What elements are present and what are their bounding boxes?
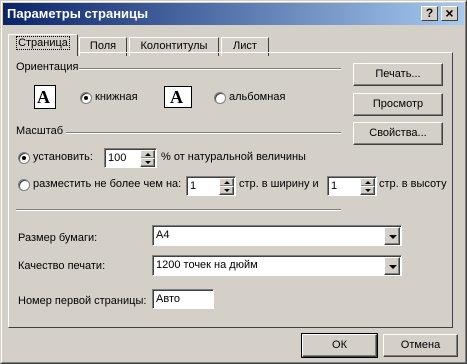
help-icon: ?	[425, 6, 434, 20]
options-button[interactable]: Свойства...	[353, 122, 443, 145]
landscape-label[interactable]: альбомная	[229, 91, 285, 103]
portrait-radio[interactable]	[80, 92, 92, 104]
title-bar[interactable]: Параметры страницы ? ×	[3, 3, 464, 25]
paper-size-value: A4	[156, 229, 170, 241]
scale-group-label: Масштаб	[16, 125, 64, 137]
paper-size-label: Размер бумаги:	[18, 232, 98, 244]
print-preview-button[interactable]: Просмотр	[353, 93, 443, 116]
fit-to-label[interactable]: разместить не более чем на:	[33, 178, 181, 190]
spin-up-icon	[224, 181, 230, 184]
cancel-button[interactable]: Отмена	[383, 334, 458, 357]
portrait-page-icon: A	[34, 85, 56, 109]
first-page-number-value: Авто	[156, 293, 180, 305]
print-quality-value: 1200 точек на дюйм	[156, 259, 258, 271]
spin-down-icon	[365, 189, 371, 192]
fit-wide-value: 1	[190, 180, 197, 192]
spin-up-icon	[365, 181, 371, 184]
orientation-group-label: Ориентация	[16, 61, 79, 73]
print-button-label: Печать...	[375, 68, 421, 80]
chevron-down-icon	[389, 265, 397, 269]
adjust-to-suffix: % от натуральной величины	[161, 151, 306, 163]
cancel-button-label: Отмена	[400, 339, 441, 351]
tab-page-label: Страница	[16, 36, 70, 50]
page-setup-dialog: Параметры страницы ? × Страница Поля Кол…	[0, 0, 467, 364]
window-title: Параметры страницы	[7, 6, 149, 21]
scale-divider	[66, 132, 341, 134]
close-button[interactable]: ×	[441, 6, 458, 21]
close-icon: ×	[445, 5, 454, 21]
options-button-label: Свойства...	[369, 127, 427, 139]
adjust-to-spinner[interactable]	[140, 150, 155, 167]
ok-button-label: ОК	[332, 339, 347, 351]
section-divider	[16, 209, 341, 211]
first-page-number-label: Номер первой страницы:	[18, 295, 147, 307]
fit-wide-down-button[interactable]	[219, 186, 234, 195]
fit-wide-suffix: стр. в ширину и	[239, 178, 319, 190]
fit-tall-suffix: стр. в высоту	[379, 178, 447, 190]
tab-header-footer-label: Колонтитулы	[140, 40, 208, 52]
landscape-radio[interactable]	[214, 92, 226, 104]
paper-size-dropdown-button[interactable]	[384, 227, 400, 245]
spin-up-icon	[145, 153, 151, 156]
orientation-divider	[79, 68, 341, 70]
tab-margins-label: Поля	[89, 40, 117, 52]
adjust-to-label[interactable]: установить:	[33, 151, 93, 163]
landscape-page-icon: A	[164, 86, 192, 108]
fit-tall-value: 1	[331, 180, 338, 192]
first-page-number-input[interactable]: Авто	[152, 289, 214, 309]
print-preview-button-label: Просмотр	[372, 98, 424, 110]
print-quality-label: Качество печати:	[18, 260, 106, 272]
tab-sheet-label: Лист	[233, 40, 257, 52]
spin-down-icon	[224, 189, 230, 192]
fit-wide-spinner[interactable]	[219, 178, 234, 195]
fit-to-radio[interactable]	[18, 179, 30, 191]
chevron-down-icon	[389, 235, 397, 239]
tab-page[interactable]: Страница	[8, 34, 78, 56]
fit-tall-down-button[interactable]	[360, 186, 375, 195]
adjust-to-radio[interactable]	[18, 152, 30, 164]
portrait-label[interactable]: книжная	[95, 91, 138, 103]
adjust-down-button[interactable]	[140, 158, 155, 167]
help-button[interactable]: ?	[421, 6, 438, 21]
print-button[interactable]: Печать...	[353, 63, 443, 86]
print-quality-dropdown-button[interactable]	[384, 257, 400, 275]
paper-size-select[interactable]: A4	[152, 225, 402, 246]
print-quality-select[interactable]: 1200 точек на дюйм	[152, 255, 402, 276]
adjust-to-value: 100	[108, 152, 127, 164]
spin-down-icon	[145, 161, 151, 164]
fit-tall-spinner[interactable]	[360, 178, 375, 195]
ok-button[interactable]: ОК	[301, 333, 378, 358]
